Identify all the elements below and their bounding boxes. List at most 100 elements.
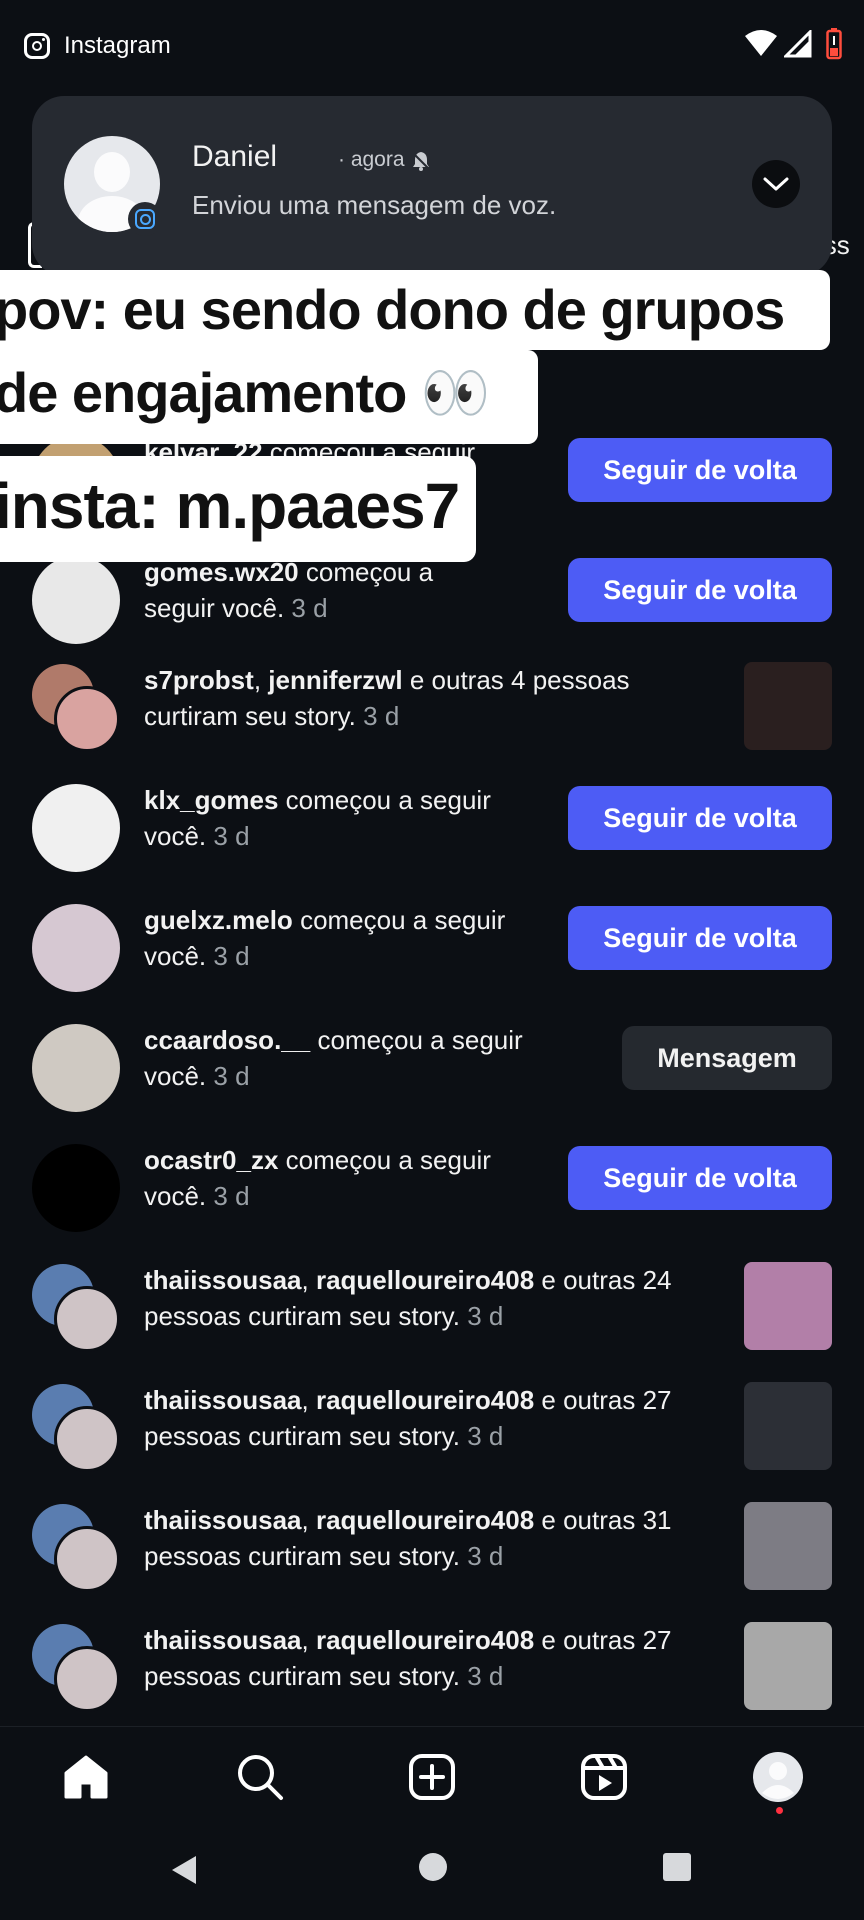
action-text-rest: seguir você. — [144, 593, 285, 623]
follow-back-button[interactable]: Seguir de volta — [568, 558, 832, 622]
battery-icon — [826, 28, 842, 60]
username[interactable]: thaiissousaa — [144, 1625, 302, 1655]
home-button-icon[interactable] — [418, 1852, 448, 1882]
story-thumbnail[interactable] — [744, 1622, 832, 1710]
action-text-rest: pessoas curtiram seu story. — [144, 1301, 460, 1331]
username[interactable]: raquelloureiro408 — [316, 1625, 534, 1655]
message-button[interactable]: Mensagem — [622, 1026, 832, 1090]
home-icon[interactable] — [60, 1751, 112, 1803]
list-item[interactable]: thaiissousaa, raquelloureiro408 e outras… — [0, 1256, 864, 1376]
story-thumbnail[interactable] — [744, 1382, 832, 1470]
expand-notification-button[interactable] — [752, 160, 800, 208]
recents-icon[interactable] — [662, 1852, 692, 1882]
action-text: e outras 27 — [541, 1625, 672, 1655]
notification-text: thaiissousaa, raquelloureiro408 e outras… — [144, 1625, 672, 1691]
message-notification[interactable]: Daniel · agora Enviou uma mensagem de vo… — [32, 96, 832, 276]
notification-message: Enviou uma mensagem de voz. — [192, 190, 557, 220]
chevron-down-icon — [763, 177, 789, 191]
list-item[interactable]: ocastr0_zx começou a seguir você. 3 d Segu… — [0, 1136, 864, 1256]
notification-text: thaiissousaa, raquelloureiro408 e outras… — [144, 1385, 672, 1451]
list-item[interactable]: guelxz.melo começou a seguir você. 3 d Seg… — [0, 896, 864, 1016]
list-item[interactable]: thaiissousaa, raquelloureiro408 e outras… — [0, 1376, 864, 1496]
action-text-rest: você. — [144, 1181, 207, 1211]
timestamp: 3 d — [363, 701, 400, 731]
list-item[interactable]: ccaardoso.__ começou a seguir você. 3 d Me… — [0, 1016, 864, 1136]
list-item[interactable]: thaiissousaa, raquelloureiro408 e outras… — [0, 1496, 864, 1616]
timestamp: 3 d — [467, 1541, 504, 1571]
avatar[interactable] — [32, 904, 120, 992]
list-item[interactable]: klx_gomes começou a seguir você. 3 d Segui… — [0, 776, 864, 896]
avatar[interactable] — [32, 556, 120, 644]
action-text-rest: você. — [144, 941, 207, 971]
action-text: começou a seguir — [317, 1025, 523, 1055]
action-text: e outras 4 pessoas — [409, 665, 630, 695]
notification-text: thaiissousaa, raquelloureiro408 e outras… — [144, 1265, 672, 1331]
follow-back-button[interactable]: Seguir de volta — [568, 1146, 832, 1210]
action-text-rest: você. — [144, 1061, 207, 1091]
action-text-rest: curtiram seu story. — [144, 701, 356, 731]
bell-muted-icon — [411, 151, 431, 171]
username[interactable]: ocastr0_zx — [144, 1145, 278, 1175]
avatar[interactable] — [32, 1144, 120, 1232]
timestamp: 3 d — [213, 941, 250, 971]
notification-text: s7probst, jenniferzwl e outras 4 pessoas… — [144, 665, 630, 731]
avatar[interactable] — [32, 1024, 120, 1112]
avatar[interactable] — [32, 1384, 120, 1472]
action-text: e outras 24 — [541, 1265, 672, 1295]
action-text-rest: pessoas curtiram seu story. — [144, 1541, 460, 1571]
action-text-rest: pessoas curtiram seu story. — [144, 1661, 460, 1691]
status-app-name: Instagram — [64, 32, 171, 59]
action-text: começou a seguir — [285, 1145, 491, 1175]
username[interactable]: jenniferzwl — [268, 665, 402, 695]
list-item[interactable]: thaiissousaa, raquelloureiro408 e outras… — [0, 1616, 864, 1736]
timestamp: 3 d — [467, 1661, 504, 1691]
create-icon[interactable] — [406, 1751, 458, 1803]
timestamp: 3 d — [291, 593, 328, 623]
action-text: e outras 27 — [541, 1385, 672, 1415]
username[interactable]: klx_gomes — [144, 785, 278, 815]
reels-icon[interactable] — [578, 1751, 630, 1803]
notification-text: thaiissousaa, raquelloureiro408 e outras… — [144, 1505, 672, 1571]
username[interactable]: raquelloureiro408 — [316, 1505, 534, 1535]
list-item[interactable]: gomes.wx20 começou a seguir você. 3 d Segu… — [0, 548, 864, 668]
username[interactable]: raquelloureiro408 — [316, 1265, 534, 1295]
action-text: começou a seguir — [285, 785, 491, 815]
instagram-icon — [24, 33, 50, 59]
timestamp: 3 d — [467, 1421, 504, 1451]
avatar[interactable] — [32, 664, 120, 752]
avatar[interactable] — [32, 784, 120, 872]
action-text: e outras 31 — [541, 1505, 672, 1535]
story-thumbnail[interactable] — [744, 662, 832, 750]
action-text-rest: você. — [144, 821, 207, 851]
username[interactable]: s7probst — [144, 665, 254, 695]
profile-icon[interactable] — [752, 1751, 804, 1803]
story-thumbnail[interactable] — [744, 1502, 832, 1590]
caption-line-3: insta: m.paaes7 — [0, 456, 476, 562]
bottom-navigation — [0, 1726, 864, 1826]
username[interactable]: guelxz.melo — [144, 905, 293, 935]
wifi-icon — [745, 30, 777, 56]
notification-time: · agora — [338, 148, 405, 171]
story-thumbnail[interactable] — [744, 1262, 832, 1350]
search-icon[interactable] — [234, 1751, 286, 1803]
username[interactable]: thaiissousaa — [144, 1505, 302, 1535]
username[interactable]: thaiissousaa — [144, 1385, 302, 1415]
caption-line-2: de engajamento 👀 — [0, 350, 538, 444]
follow-back-button[interactable]: Seguir de volta — [568, 906, 832, 970]
username[interactable]: raquelloureiro408 — [316, 1385, 534, 1415]
timestamp: 3 d — [467, 1301, 504, 1331]
avatar[interactable] — [32, 1504, 120, 1592]
profile-notification-dot — [776, 1807, 783, 1814]
avatar[interactable] — [32, 1624, 120, 1712]
follow-back-button[interactable]: Seguir de volta — [568, 786, 832, 850]
username[interactable]: thaiissousaa — [144, 1265, 302, 1295]
signal-icon — [784, 30, 812, 58]
action-text: começou a seguir — [300, 905, 506, 935]
back-icon[interactable] — [168, 1852, 200, 1888]
follow-back-button[interactable]: Seguir de volta — [568, 438, 832, 502]
avatar[interactable] — [32, 1264, 120, 1352]
timestamp: 3 d — [213, 821, 250, 851]
username[interactable]: ccaardoso.__ — [144, 1025, 310, 1055]
instagram-badge-icon — [128, 202, 162, 236]
list-item[interactable]: s7probst, jenniferzwl e outras 4 pessoas… — [0, 656, 864, 776]
